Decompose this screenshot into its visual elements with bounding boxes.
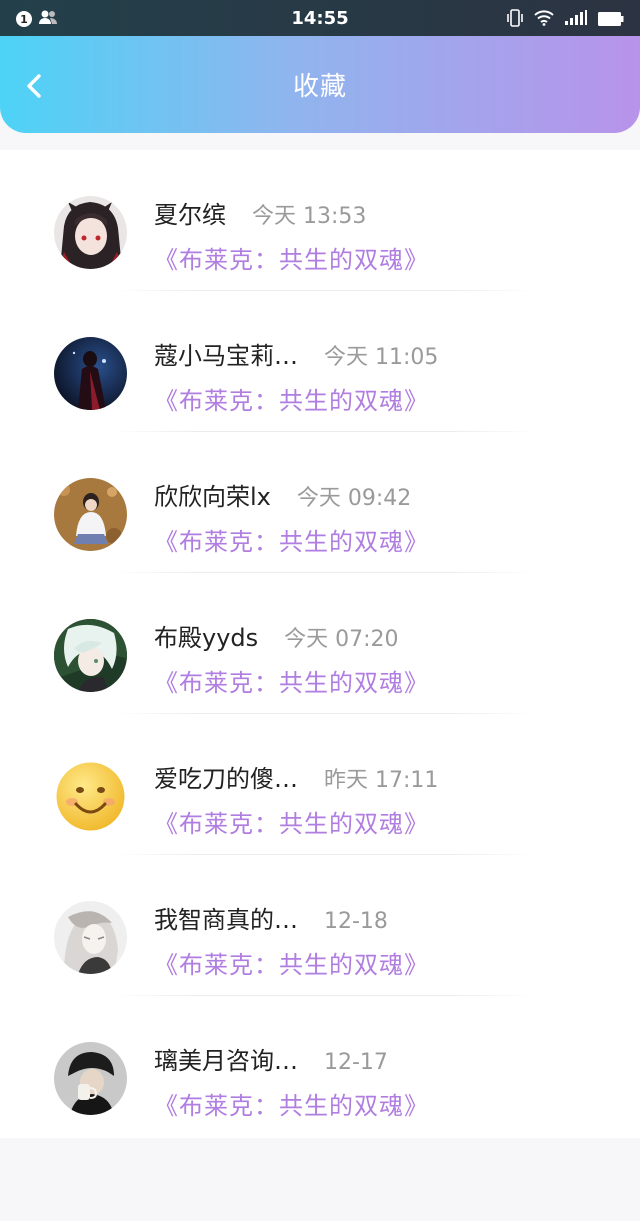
name-row: 布殿yyds 今天 07:20 <box>154 618 399 653</box>
user-name: 夏尔缤 <box>154 201 226 229</box>
timestamp: 昨天 17:11 <box>324 768 439 793</box>
avatar[interactable] <box>54 619 127 692</box>
user-name: 欣欣向荣lx <box>154 483 271 511</box>
name-row: 欣欣向荣lx 今天 09:42 <box>154 477 411 512</box>
name-row: 璃美月咨询… 12-17 <box>154 1041 388 1076</box>
user-name: 蔻小马宝莉… <box>154 342 298 370</box>
list-item[interactable]: 欣欣向荣lx 今天 09:42 《布莱克：共生的双魂》 <box>0 432 640 573</box>
avatar[interactable] <box>54 1042 127 1115</box>
timestamp: 今天 07:20 <box>284 627 399 652</box>
book-title-link[interactable]: 《布莱克：共生的双魂》 <box>154 522 429 557</box>
top-header: 收藏 <box>0 36 640 133</box>
list-item[interactable]: 爱吃刀的傻… 昨天 17:11 《布莱克：共生的双魂》 <box>0 714 640 855</box>
timestamp: 12-17 <box>324 1050 388 1075</box>
avatar[interactable] <box>54 337 127 410</box>
timestamp: 今天 11:05 <box>324 345 439 370</box>
wifi-icon <box>534 10 554 30</box>
book-title-link[interactable]: 《布莱克：共生的双魂》 <box>154 663 429 698</box>
book-title-link[interactable]: 《布莱克：共生的双魂》 <box>154 1086 429 1121</box>
name-row: 我智商真的… 12-18 <box>154 900 388 935</box>
status-right <box>506 9 624 31</box>
avatar[interactable] <box>54 196 127 269</box>
user-name: 璃美月咨询… <box>154 1047 298 1075</box>
book-title-link[interactable]: 《布莱克：共生的双魂》 <box>154 804 429 839</box>
battery-icon <box>598 11 624 30</box>
timestamp: 今天 09:42 <box>296 486 412 511</box>
name-row: 爱吃刀的傻… 昨天 17:11 <box>154 759 438 794</box>
name-row: 夏尔缤 今天 13:53 <box>154 195 366 230</box>
avatar[interactable] <box>54 901 127 974</box>
user-name: 爱吃刀的傻… <box>154 765 298 793</box>
vibrate-icon <box>506 9 524 31</box>
user-name: 布殿yyds <box>154 624 259 652</box>
signal-icon <box>564 10 588 30</box>
list-item[interactable]: 夏尔缤 今天 13:53 《布莱克：共生的双魂》 <box>0 150 640 291</box>
status-bar: 1 14:55 <box>0 0 640 36</box>
book-title-link[interactable]: 《布莱克：共生的双魂》 <box>154 381 429 416</box>
list-item[interactable]: 我智商真的… 12-18 《布莱克：共生的双魂》 <box>0 855 640 996</box>
user-name: 我智商真的… <box>154 906 298 934</box>
timestamp: 今天 13:53 <box>252 204 367 229</box>
name-row: 蔻小马宝莉… 今天 11:05 <box>154 336 438 371</box>
list-item[interactable]: 璃美月咨询… 12-17 《布莱克：共生的双魂》 <box>0 996 640 1137</box>
avatar[interactable] <box>54 760 127 833</box>
page-title: 收藏 <box>292 72 347 102</box>
book-title-link[interactable]: 《布莱克：共生的双魂》 <box>154 945 429 980</box>
favorites-list: 夏尔缤 今天 13:53 《布莱克：共生的双魂》 蔻小马宝莉… 今天 11:05… <box>0 150 640 1138</box>
timestamp: 12-18 <box>324 909 388 934</box>
avatar[interactable] <box>54 478 127 551</box>
list-item[interactable]: 布殿yyds 今天 07:20 《布莱克：共生的双魂》 <box>0 573 640 714</box>
book-title-link[interactable]: 《布莱克：共生的双魂》 <box>154 240 429 275</box>
list-item[interactable]: 蔻小马宝莉… 今天 11:05 《布莱克：共生的双魂》 <box>0 291 640 432</box>
